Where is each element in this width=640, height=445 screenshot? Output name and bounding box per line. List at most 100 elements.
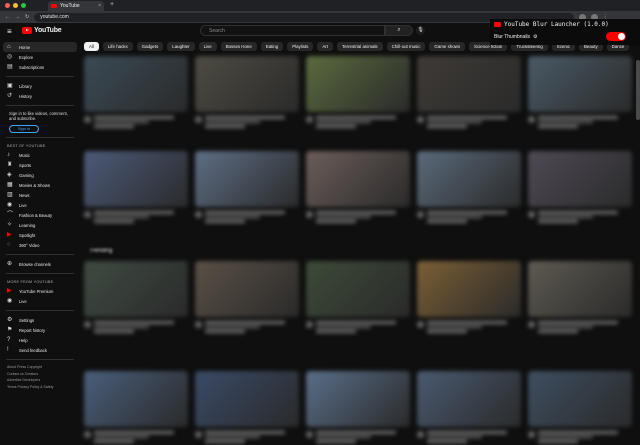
filter-chip[interactable]: All (84, 41, 99, 51)
video-card[interactable] (195, 56, 299, 130)
video-card[interactable] (84, 56, 188, 130)
video-card[interactable] (528, 56, 632, 130)
sidebar-item-gaming[interactable]: ◈ Gaming (0, 170, 80, 180)
avatar[interactable] (417, 321, 424, 328)
video-thumbnail[interactable] (306, 56, 410, 112)
video-card[interactable] (528, 261, 632, 335)
sidebar-item-explore[interactable]: ◎ Explore (0, 52, 80, 62)
new-tab-icon[interactable]: + (110, 1, 114, 8)
avatar[interactable] (417, 431, 424, 438)
filter-chip[interactable]: Game shows (429, 41, 466, 51)
sidebar-item-music[interactable]: ♪ Music (0, 150, 80, 160)
footer-links[interactable]: About Press Copyright (0, 364, 80, 371)
close-window-dot[interactable] (5, 3, 10, 8)
minimize-window-dot[interactable] (13, 3, 18, 8)
browser-tab[interactable]: YouTube × (48, 1, 104, 11)
video-thumbnail[interactable] (306, 151, 410, 207)
video-thumbnail[interactable] (417, 151, 521, 207)
footer-links[interactable]: Advertise Developers (0, 377, 80, 384)
video-thumbnail[interactable] (417, 56, 521, 112)
avatar[interactable] (84, 116, 91, 123)
video-thumbnail[interactable] (528, 261, 632, 317)
video-card[interactable] (306, 371, 410, 445)
blur-thumbnails-toggle[interactable] (606, 32, 626, 41)
video-card[interactable] (195, 371, 299, 445)
video-thumbnail[interactable] (195, 151, 299, 207)
avatar[interactable] (417, 116, 424, 123)
filter-chip[interactable]: Playlists (287, 41, 314, 51)
video-card[interactable] (195, 151, 299, 225)
scrollbar[interactable] (636, 60, 640, 120)
avatar[interactable] (306, 321, 313, 328)
video-card[interactable] (84, 371, 188, 445)
video-card[interactable] (306, 151, 410, 225)
video-thumbnail[interactable] (528, 56, 632, 112)
sidebar-item-subscriptions[interactable]: ▤ Subscriptions (0, 62, 80, 72)
avatar[interactable] (195, 116, 202, 123)
video-thumbnail[interactable] (195, 371, 299, 427)
video-thumbnail[interactable] (84, 151, 188, 207)
sidebar-item-learning[interactable]: ✧ Learning (0, 220, 80, 230)
youtube-logo[interactable]: YouTube (22, 27, 62, 34)
sidebar-item-help[interactable]: ? Help (0, 335, 80, 345)
video-card[interactable] (417, 151, 521, 225)
sidebar-item-feedback[interactable]: ! Send feedback (0, 345, 80, 355)
avatar[interactable] (417, 211, 424, 218)
sidebar-item-live-more[interactable]: ◉ Live (0, 296, 80, 306)
filter-chip[interactable]: Bosses Hone (220, 41, 257, 51)
sidebar-item-settings[interactable]: ⚙ Settings (0, 315, 80, 325)
sidebar-item-history[interactable]: ↺ History (0, 91, 80, 101)
sidebar-item-news[interactable]: ▥ News (0, 190, 80, 200)
filter-chip[interactable]: Art (317, 41, 333, 51)
filter-chip[interactable]: Live (198, 41, 217, 51)
sidebar-item-home[interactable]: ⌂ Home (3, 42, 77, 52)
microphone-icon[interactable]: 🎙 (416, 26, 425, 35)
sidebar-sign-in-button[interactable]: Sign in (9, 125, 39, 133)
video-card[interactable] (417, 261, 521, 335)
video-card[interactable] (528, 371, 632, 445)
sidebar-item-fashion[interactable]: ⌒ Fashion & Beauty (0, 210, 80, 220)
close-tab-icon[interactable]: × (98, 3, 101, 9)
sidebar-item-sports[interactable]: ♜ Sports (0, 160, 80, 170)
avatar[interactable] (528, 211, 535, 218)
video-thumbnail[interactable] (306, 261, 410, 317)
maximize-window-dot[interactable] (21, 3, 26, 8)
sidebar-item-browse-channels[interactable]: ⊕ Browse channels (0, 259, 80, 269)
window-controls[interactable] (5, 3, 26, 8)
video-card[interactable] (195, 261, 299, 335)
hamburger-menu-icon[interactable]: ≡ (7, 27, 12, 36)
filter-chip[interactable]: Chill-out music (386, 41, 426, 51)
avatar[interactable] (528, 116, 535, 123)
avatar[interactable] (84, 431, 91, 438)
back-icon[interactable]: ← (5, 14, 10, 20)
avatar[interactable] (84, 211, 91, 218)
sidebar-item-movies[interactable]: ▦ Movies & Shows (0, 180, 80, 190)
sidebar-item-library[interactable]: ▣ Library (0, 81, 80, 91)
video-card[interactable] (84, 151, 188, 225)
avatar[interactable] (306, 116, 313, 123)
video-card[interactable] (306, 261, 410, 335)
filter-chip[interactable]: Gadgets (136, 41, 164, 51)
video-thumbnail[interactable] (84, 261, 188, 317)
video-thumbnail[interactable] (195, 56, 299, 112)
sidebar-item-live[interactable]: ◉ Live (0, 200, 80, 210)
search-input[interactable]: Search (200, 25, 385, 36)
footer-links[interactable]: Terms Privacy Policy & Safety (0, 384, 80, 391)
video-thumbnail[interactable] (84, 56, 188, 112)
search-button[interactable]: ⌕ (385, 25, 413, 36)
filter-chip[interactable]: Eating (260, 41, 284, 51)
sidebar-item-spotlight[interactable]: ▶ Spotlight (0, 230, 80, 240)
reload-icon[interactable]: ↻ (25, 14, 29, 20)
video-card[interactable] (84, 261, 188, 335)
video-thumbnail[interactable] (195, 261, 299, 317)
footer-links[interactable]: Contact us Creators (0, 371, 80, 378)
video-thumbnail[interactable] (528, 151, 632, 207)
video-thumbnail[interactable] (306, 371, 410, 427)
avatar[interactable] (195, 211, 202, 218)
video-thumbnail[interactable] (417, 261, 521, 317)
video-thumbnail[interactable] (84, 371, 188, 427)
video-card[interactable] (528, 151, 632, 225)
video-thumbnail[interactable] (528, 371, 632, 427)
avatar[interactable] (195, 321, 202, 328)
video-card[interactable] (417, 371, 521, 445)
